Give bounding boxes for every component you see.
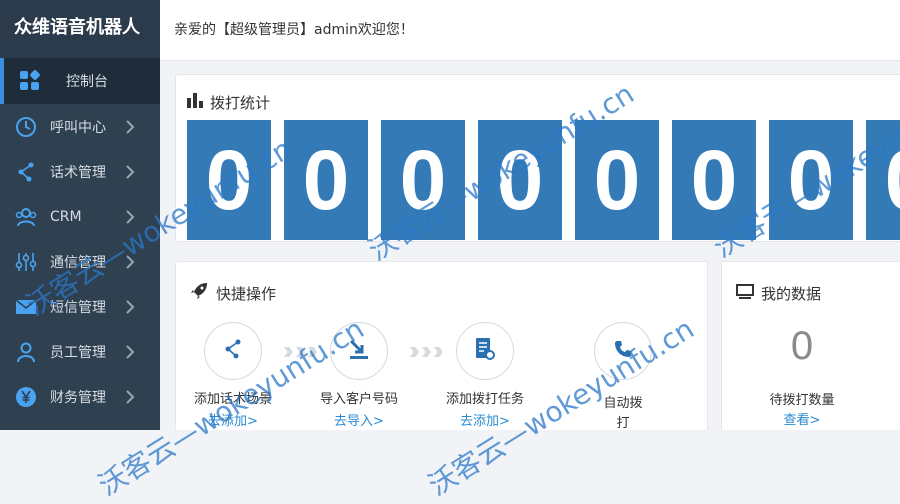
- brand-title: 众维语音机器人: [0, 0, 160, 58]
- sidebar-item-crm[interactable]: CRM: [0, 194, 160, 239]
- view-link[interactable]: 查看>: [722, 409, 882, 428]
- sidebar-item-label: 员工管理: [50, 344, 106, 361]
- sidebar-item-call-center[interactable]: 呼叫中心: [0, 104, 160, 149]
- pending-label: 待拨打数量: [769, 393, 835, 408]
- clock-icon: [14, 115, 38, 139]
- rocket-icon: [190, 282, 208, 304]
- welcome-message: 亲爱的【超级管理员】admin欢迎您！: [160, 0, 900, 61]
- stat-digit: 0: [187, 120, 271, 240]
- quick-add-script-link[interactable]: 去添加>: [178, 410, 288, 429]
- chevron-right-icon: [118, 119, 142, 134]
- quick-add-task[interactable]: 添加拨打任务 去添加>: [430, 322, 540, 429]
- quick-actions-panel: 快捷操作 添加话术场景 去添加> 导入客户号码 去导入> 添加拨打任务 去添加>: [175, 261, 708, 430]
- stats-panel: 拨打统计 0 0 0 0 0 0 0 0: [175, 74, 900, 242]
- quick-title: 快捷操作: [190, 283, 276, 303]
- chevron-right-icon: [118, 254, 142, 269]
- stats-digits: 0 0 0 0 0 0 0 0: [187, 120, 900, 240]
- stat-digit: 0: [575, 120, 659, 240]
- chevron-right-icon: [118, 209, 142, 224]
- quick-label: 自动拨打: [603, 396, 643, 430]
- quick-import-numbers[interactable]: 导入客户号码 去导入>: [304, 322, 414, 429]
- stats-title: 拨打统计: [186, 92, 270, 112]
- sidebar-item-label: 呼叫中心: [50, 119, 106, 136]
- flow-icon: [14, 160, 38, 184]
- dashboard-icon: [18, 69, 42, 93]
- sidebar-item-communication[interactable]: 通信管理: [0, 239, 160, 284]
- mydata-title: 我的数据: [735, 283, 821, 303]
- sidebar-item-label: 短信管理: [50, 299, 106, 316]
- stat-digit: 0: [381, 120, 465, 240]
- mydata-title-text: 我的数据: [761, 284, 822, 303]
- users-icon: [14, 205, 38, 229]
- main-content: 亲爱的【超级管理员】admin欢迎您！ 拨打统计 0 0 0 0 0 0 0 0…: [160, 0, 900, 430]
- my-data-panel: 我的数据 0 待拨打数量 查看>: [721, 261, 900, 430]
- sidebar-item-label: 控制台: [66, 74, 108, 90]
- sidebar-item-label: 通信管理: [50, 254, 106, 271]
- sidebar-item-label: CRM: [50, 208, 82, 225]
- quick-circle[interactable]: [204, 322, 262, 380]
- mail-icon: [14, 295, 38, 319]
- pending-count: 0: [790, 324, 814, 368]
- stats-title-text: 拨打统计: [210, 93, 271, 112]
- quick-circle[interactable]: [594, 322, 652, 380]
- quick-label: 添加话术场景: [193, 392, 272, 407]
- quick-add-task-link[interactable]: 去添加>: [430, 410, 540, 429]
- task-list-icon: [474, 337, 496, 365]
- quick-auto-dial[interactable]: 自动拨打: [568, 322, 678, 430]
- sidebar: 众维语音机器人 控制台 呼叫中心 话术管理 CRM 通信管理 短信管理 员工管理…: [0, 0, 160, 430]
- sidebar-item-dashboard[interactable]: 控制台: [0, 58, 160, 104]
- stat-digit: 0: [769, 120, 853, 240]
- flow-icon: [222, 338, 244, 364]
- quick-circle[interactable]: [330, 322, 388, 380]
- quick-circle[interactable]: [456, 322, 514, 380]
- sidebar-item-sms[interactable]: 短信管理: [0, 284, 160, 329]
- chevron-right-icon: [118, 299, 142, 314]
- sidebar-item-script[interactable]: 话术管理: [0, 149, 160, 194]
- sidebar-item-label: 财务管理: [50, 389, 106, 406]
- bar-chart-icon: [186, 92, 204, 112]
- sidebar-item-label: 话术管理: [50, 164, 106, 181]
- monitor-icon: [735, 283, 755, 304]
- import-icon: [347, 337, 371, 365]
- chevron-right-icon: [118, 389, 142, 404]
- sliders-icon: [14, 250, 38, 274]
- quick-title-text: 快捷操作: [216, 284, 277, 303]
- stat-digit: 0: [866, 120, 900, 240]
- quick-import-link[interactable]: 去导入>: [304, 410, 414, 429]
- chevron-right-icon: [118, 164, 142, 179]
- quick-label: 添加拨打任务: [445, 392, 524, 407]
- phone-icon: [613, 339, 633, 363]
- sidebar-item-finance[interactable]: 财务管理: [0, 374, 160, 419]
- yen-icon: [14, 385, 38, 409]
- sidebar-item-staff[interactable]: 员工管理: [0, 329, 160, 374]
- stat-digit: 0: [284, 120, 368, 240]
- chevron-right-icon: [118, 344, 142, 359]
- quick-add-script[interactable]: 添加话术场景 去添加>: [178, 322, 288, 429]
- stat-digit: 0: [672, 120, 756, 240]
- stat-digit: 0: [478, 120, 562, 240]
- quick-label: 导入客户号码: [319, 392, 398, 407]
- person-icon: [14, 340, 38, 364]
